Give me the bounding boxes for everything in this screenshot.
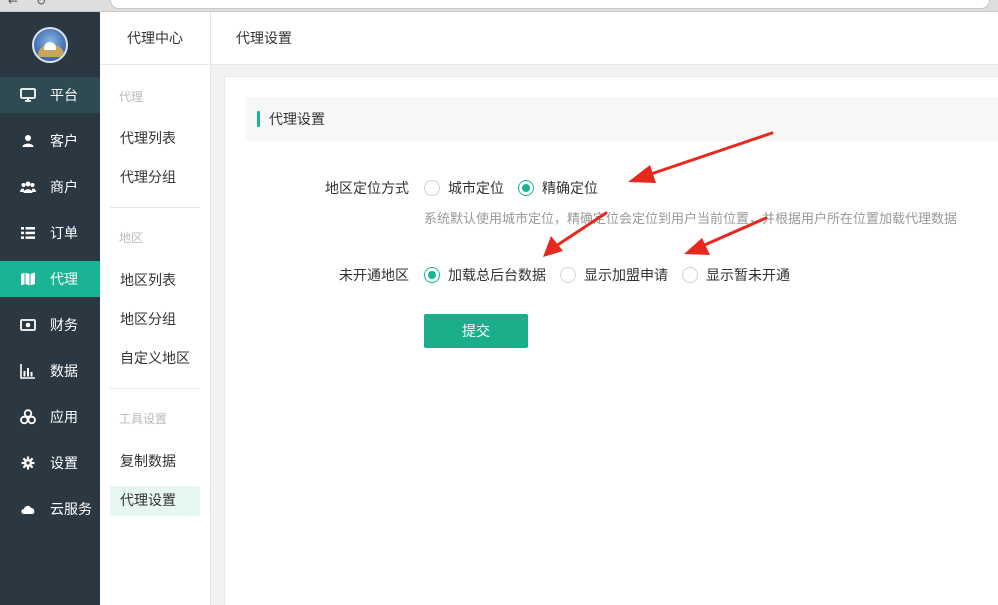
radio-label: 精确定位 [542, 181, 598, 197]
section-title: 代理设置 [269, 112, 325, 128]
radio-show-not-opened[interactable]: 显示暂未开通 [682, 265, 790, 285]
divider [110, 388, 200, 389]
logo [32, 27, 68, 63]
list-icon [20, 225, 36, 241]
sidebar-item-label: 客户 [50, 134, 78, 150]
radio-show-franchise-apply[interactable]: 显示加盟申请 [560, 265, 668, 285]
submenu-group-area: 地区 [119, 231, 144, 245]
location-mode-hint: 系统默认使用城市定位，精确定位会定位到用户当前位置，并根据用户所在位置加载代理数… [424, 212, 958, 227]
submenu-item-copy-data[interactable]: 复制数据 [110, 447, 200, 477]
section-header: 代理设置 [246, 97, 998, 141]
user-icon [20, 133, 36, 149]
submenu-group-tools: 工具设置 [119, 412, 168, 426]
section-accent-bar [257, 111, 260, 127]
submenu-item-agent-list[interactable]: 代理列表 [110, 124, 200, 154]
sidebar-item-agent[interactable]: 代理 [0, 261, 100, 297]
radio-circle [424, 267, 440, 283]
page-header: 代理设置 [211, 12, 998, 65]
sidebar-item-label: 数据 [50, 364, 78, 380]
sidebar-item-settings[interactable]: 设置 [0, 445, 100, 481]
submenu-item-agent-group[interactable]: 代理分组 [110, 163, 200, 193]
cloud-icon [20, 501, 36, 517]
sidebar-item-label: 设置 [50, 456, 78, 472]
radio-precise-location[interactable]: 精确定位 [518, 178, 598, 198]
main-sidebar: 平台 客户 商户 订单 代理 财务 数据 应用 设置 云服务 [0, 12, 100, 605]
sidebar-item-cloud[interactable]: 云服务 [0, 491, 100, 527]
radio-circle [682, 267, 698, 283]
submenu-group-agent: 代理 [119, 90, 144, 104]
sidebar-item-platform[interactable]: 平台 [0, 77, 100, 113]
submenu-item-area-list[interactable]: 地区列表 [110, 266, 200, 296]
sidebar-item-label: 代理 [50, 272, 78, 288]
settings-card: 代理设置 地区定位方式 城市定位 精确定位 系统默认使用城市定位，精确定位会定位… [224, 76, 998, 605]
radio-circle [560, 267, 576, 283]
reload-icon[interactable]: ↻ [36, 0, 46, 8]
money-icon [20, 317, 36, 333]
sidebar-item-label: 财务 [50, 318, 78, 334]
sidebar-item-order[interactable]: 订单 [0, 215, 100, 251]
cubes-icon [20, 409, 36, 425]
divider [110, 207, 200, 208]
radio-label: 加载总后台数据 [448, 268, 546, 284]
radio-load-backend-data[interactable]: 加载总后台数据 [424, 265, 546, 285]
radio-circle [424, 180, 440, 196]
sidebar-item-apps[interactable]: 应用 [0, 399, 100, 435]
submenu-item-area-group[interactable]: 地区分组 [110, 305, 200, 335]
users-icon [20, 179, 36, 195]
submit-button[interactable]: 提交 [424, 314, 528, 348]
gear-icon [20, 455, 36, 471]
unopened-area-label: 未开通地区 [339, 268, 409, 284]
secondary-menu: 代理中心 代理 代理列表 代理分组 地区 地区列表 地区分组 自定义地区 工具设… [100, 12, 211, 605]
monitor-icon [20, 87, 36, 103]
sidebar-item-data[interactable]: 数据 [0, 353, 100, 389]
sidebar-item-label: 订单 [50, 226, 78, 242]
page-title: 代理设置 [236, 31, 292, 47]
sidebar-item-customer[interactable]: 客户 [0, 123, 100, 159]
submenu-item-custom-area[interactable]: 自定义地区 [110, 344, 200, 374]
radio-label: 显示加盟申请 [584, 268, 668, 284]
radio-label: 显示暂未开通 [706, 268, 790, 284]
map-icon [20, 271, 36, 287]
sidebar-item-label: 应用 [50, 410, 78, 426]
sidebar-item-label: 平台 [50, 88, 78, 104]
back-icon[interactable]: ← [8, 0, 18, 8]
sidebar-item-label: 云服务 [50, 502, 92, 518]
address-bar[interactable] [110, 0, 990, 9]
submenu-title: 代理中心 [100, 12, 210, 65]
location-mode-label: 地区定位方式 [325, 181, 409, 197]
submenu-item-agent-settings[interactable]: 代理设置 [110, 486, 200, 516]
sidebar-item-label: 商户 [50, 180, 78, 196]
bar-chart-icon [20, 363, 36, 379]
radio-circle [518, 180, 534, 196]
radio-label: 城市定位 [448, 181, 504, 197]
sidebar-item-finance[interactable]: 财务 [0, 307, 100, 343]
browser-toolbar: ← ↻ [0, 0, 998, 12]
sidebar-item-merchant[interactable]: 商户 [0, 169, 100, 205]
radio-city-location[interactable]: 城市定位 [424, 178, 504, 198]
